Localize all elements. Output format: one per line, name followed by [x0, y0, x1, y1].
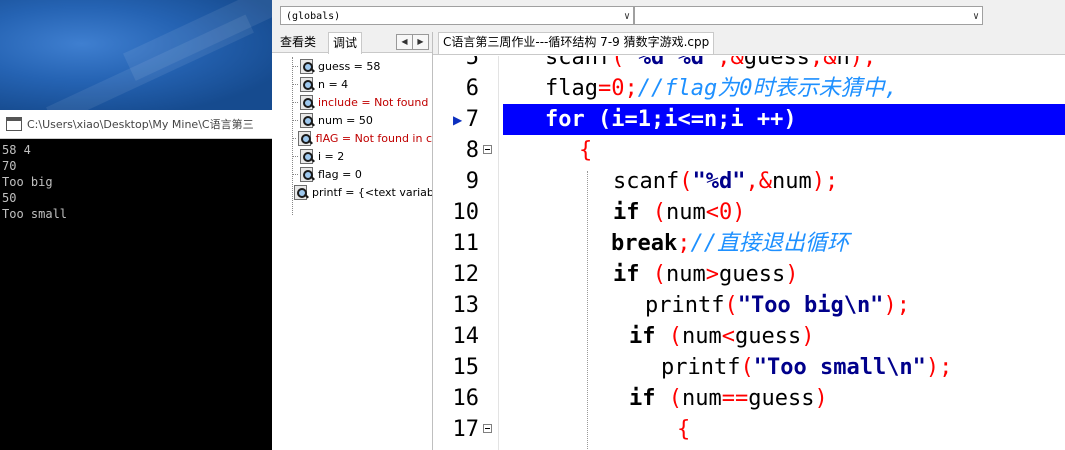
console-window-icon — [6, 117, 22, 131]
toolbar: (globals) ∨ ∨ — [272, 0, 1065, 33]
code-text: if (num==guess) — [629, 386, 828, 411]
line-number: 15 — [452, 355, 480, 380]
tab-class-view[interactable]: 查看类 — [276, 32, 320, 52]
chevron-down-icon[interactable]: ∨ — [973, 7, 979, 26]
line-number: 11 — [452, 231, 480, 256]
watch-variable-icon — [299, 149, 315, 164]
fold-toggle-icon[interactable] — [483, 424, 492, 433]
code-line[interactable]: 6 flag=0;//flag为0时表示未猜中, — [433, 73, 1065, 104]
console-window[interactable]: C:\Users\xiao\Desktop\My Mine\C语言第三 58 4… — [0, 110, 272, 450]
code-area[interactable]: 5 scanf("%d %d",&guess,&n); 6 flag=0;//flag… — [433, 56, 1065, 450]
code-line[interactable]: 11 break;//直接退出循环 — [433, 228, 1065, 259]
code-text: for (i=1;i<=n;i ++) — [545, 107, 797, 132]
watch-item[interactable]: flag = 0 — [272, 165, 432, 183]
watch-item-label: guess = 58 — [318, 59, 381, 73]
panel-tabs: 查看类 调试 ◀ ▶ — [272, 32, 432, 54]
tab-scroll-left-button[interactable]: ◀ — [396, 34, 413, 50]
code-line[interactable]: 12 if (num>guess) — [433, 259, 1065, 290]
code-text: scanf("%d %d",&guess,&n); — [545, 56, 877, 70]
watch-item-label: num = 50 — [318, 113, 373, 127]
code-line[interactable]: 9 scanf("%d",&num); — [433, 166, 1065, 197]
watch-variable-icon — [299, 95, 315, 110]
workspace-panel: 查看类 调试 ◀ ▶ guess = 58 n = 4 include = Not … — [272, 32, 433, 450]
code-text: { — [579, 138, 593, 163]
watch-item-label: flAG = Not found in c — [315, 131, 432, 145]
watch-item-label: n = 4 — [318, 77, 349, 91]
code-line[interactable]: 16 if (num==guess) — [433, 383, 1065, 414]
globals-combo-value: (globals) — [286, 11, 341, 22]
line-number: 10 — [452, 200, 480, 225]
ide-window: (globals) ∨ ∨ 查看类 调试 ◀ ▶ guess = 58 n = 4… — [272, 0, 1065, 450]
file-tab[interactable]: C语言第三周作业---循环结构 7-9 猜数字游戏.cpp — [438, 32, 715, 54]
code-line[interactable]: 13 printf("Too big\n"); — [433, 290, 1065, 321]
line-number: 8 — [465, 138, 479, 163]
watch-variable-icon — [299, 77, 315, 92]
code-editor[interactable]: C语言第三周作业---循环结构 7-9 猜数字游戏.cpp 5 scanf("%d… — [433, 32, 1065, 450]
code-line[interactable]: 5 scanf("%d %d",&guess,&n); — [433, 56, 1065, 73]
line-number: 14 — [452, 324, 480, 349]
console-titlebar[interactable]: C:\Users\xiao\Desktop\My Mine\C语言第三 — [0, 110, 272, 139]
fold-toggle-icon[interactable] — [483, 145, 492, 154]
watch-variable-icon — [299, 167, 315, 182]
code-line[interactable]: 8{ — [433, 135, 1065, 166]
watch-item[interactable]: guess = 58 — [272, 57, 432, 75]
chevron-down-icon[interactable]: ∨ — [624, 7, 630, 26]
watch-variable-icon — [299, 113, 315, 128]
watch-item[interactable]: n = 4 — [272, 75, 432, 93]
console-title-text: C:\Users\xiao\Desktop\My Mine\C语言第三 — [27, 118, 254, 131]
watch-item-label: i = 2 — [318, 149, 345, 163]
watch-item-label: include = Not found — [318, 95, 429, 109]
tab-scroll-right-button[interactable]: ▶ — [412, 34, 429, 50]
code-line[interactable]: ▶ 7 for (i=1;i<=n;i ++) — [433, 104, 1065, 135]
watch-item[interactable]: printf = {<text variab — [272, 183, 432, 201]
code-text: if (num>guess) — [613, 262, 799, 287]
tab-debug[interactable]: 调试 — [328, 32, 363, 54]
code-line[interactable]: 17 { — [433, 414, 1065, 445]
watch-tree: guess = 58 n = 4 include = Not found num = … — [272, 53, 432, 215]
code-text: flag=0;//flag为0时表示未猜中, — [545, 76, 898, 101]
line-number: 17 — [452, 417, 480, 442]
code-text: if (num<0) — [613, 200, 746, 225]
line-number: 13 — [452, 293, 480, 318]
watch-item-label: printf = {<text variab — [312, 185, 432, 199]
code-text: break;//直接退出循环 — [611, 231, 849, 256]
watch-item[interactable]: flAG = Not found in c — [272, 129, 432, 147]
watch-item-label: flag = 0 — [318, 167, 362, 181]
line-number: 16 — [452, 386, 480, 411]
code-line[interactable]: 15 printf("Too small\n"); — [433, 352, 1065, 383]
console-output: 58 4 70 Too big 50 Too small — [2, 143, 68, 221]
line-number: 12 — [452, 262, 480, 287]
line-number: 5 — [465, 56, 479, 70]
members-combo[interactable]: ∨ — [634, 6, 983, 25]
code-line[interactable]: 14 if (num<guess) — [433, 321, 1065, 352]
code-text: scanf("%d",&num); — [613, 169, 839, 194]
desktop-background — [0, 0, 317, 126]
watch-item[interactable]: num = 50 — [272, 111, 432, 129]
code-text: if (num<guess) — [629, 324, 815, 349]
code-text: { — [677, 417, 691, 442]
watch-variable-icon — [299, 59, 315, 74]
code-text: printf("Too big\n"); — [645, 293, 910, 318]
line-number: 6 — [465, 76, 479, 101]
code-line[interactable]: 10 if (num<0) — [433, 197, 1065, 228]
watch-variable-icon — [293, 185, 309, 200]
code-text: printf("Too small\n"); — [661, 355, 953, 380]
line-number: 7 — [465, 107, 479, 132]
watch-item[interactable]: include = Not found — [272, 93, 432, 111]
file-tab-bar: C语言第三周作业---循环结构 7-9 猜数字游戏.cpp — [433, 32, 1065, 55]
globals-combo[interactable]: (globals) ∨ — [280, 6, 634, 25]
watch-variable-icon — [297, 131, 313, 146]
watch-item[interactable]: i = 2 — [272, 147, 432, 165]
line-number: 9 — [465, 169, 479, 194]
